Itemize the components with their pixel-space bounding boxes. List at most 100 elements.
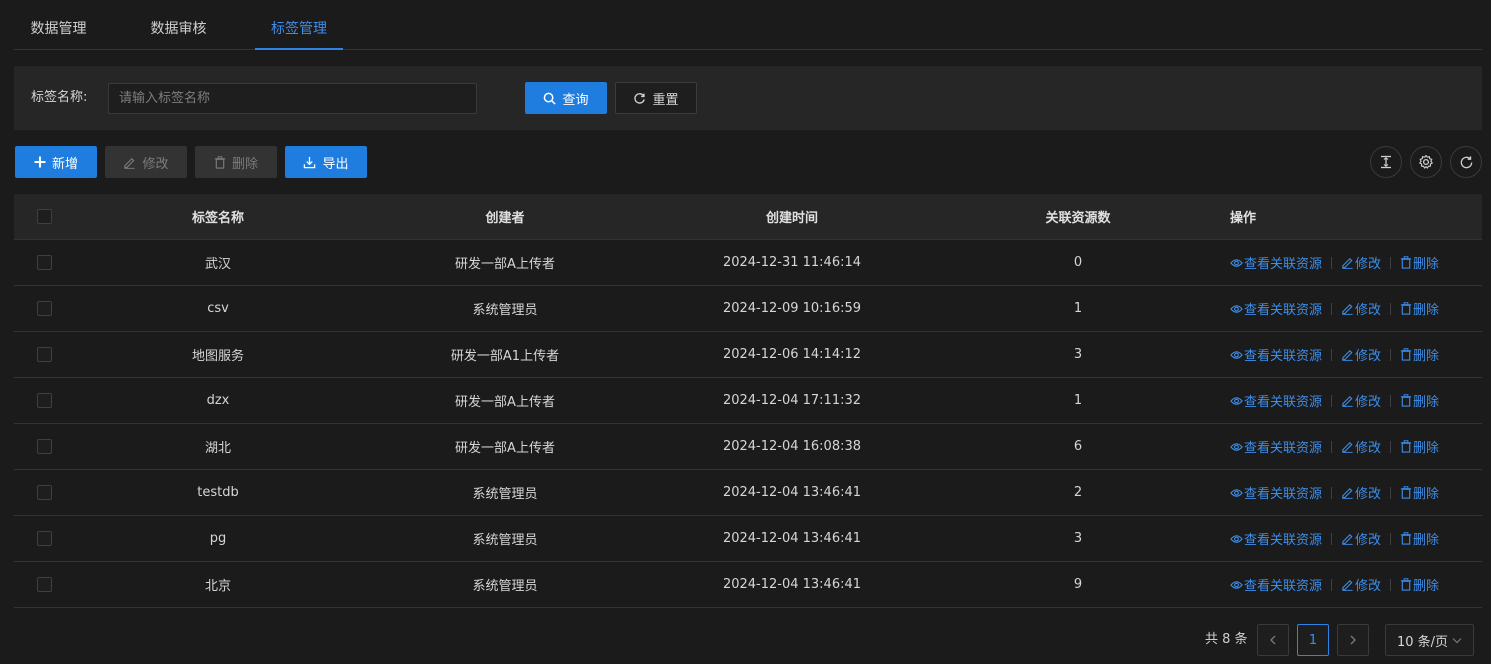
- edit-icon: [1342, 579, 1353, 591]
- view-resources-link[interactable]: 查看关联资源: [1230, 253, 1322, 272]
- delete-link[interactable]: 删除: [1400, 483, 1439, 502]
- query-button[interactable]: 查询: [525, 82, 607, 114]
- edit-button-label: 修改: [142, 156, 169, 172]
- trash-icon: [1400, 440, 1412, 453]
- cell-actions: 查看关联资源 修改 删除: [1230, 562, 1482, 607]
- delete-link-label: 删除: [1413, 441, 1440, 456]
- action-divider: [1331, 578, 1333, 591]
- view-resources-link[interactable]: 查看关联资源: [1230, 345, 1322, 364]
- table-row: dzx 研发一部A上传者 2024-12-04 17:11:32 1 查看关联资源 修改 删…: [14, 378, 1482, 424]
- action-divider: [1331, 348, 1333, 361]
- edit-link[interactable]: 修改: [1341, 575, 1381, 594]
- eye-icon: [1230, 488, 1243, 497]
- delete-link[interactable]: 删除: [1400, 529, 1439, 548]
- edit-link-label: 修改: [1355, 533, 1382, 548]
- tag-name-input[interactable]: [108, 83, 477, 114]
- row-select-cell: [36, 470, 53, 515]
- view-resources-link[interactable]: 查看关联资源: [1230, 299, 1322, 318]
- delete-link[interactable]: 删除: [1400, 575, 1439, 594]
- row-checkbox[interactable]: [37, 577, 52, 592]
- export-button[interactable]: 导出: [285, 146, 367, 178]
- view-resources-link[interactable]: 查看关联资源: [1230, 529, 1322, 548]
- row-checkbox[interactable]: [37, 439, 52, 454]
- row-checkbox[interactable]: [37, 485, 52, 500]
- edit-link[interactable]: 修改: [1341, 345, 1381, 364]
- delete-button[interactable]: 删除: [195, 146, 277, 178]
- row-select-cell: [36, 240, 53, 285]
- edit-icon: [1342, 349, 1353, 361]
- table-row: 北京 系统管理员 2024-12-04 13:46:41 9 查看关联资源 修改 删除: [14, 562, 1482, 608]
- action-divider: [1390, 348, 1392, 361]
- cell-resource-count: 1: [1073, 393, 1083, 408]
- cell-tag-name: 武汉: [204, 257, 231, 272]
- edit-link[interactable]: 修改: [1341, 299, 1381, 318]
- column-header-resource-count[interactable]: 关联资源数: [942, 194, 1214, 239]
- eye-icon: [1230, 534, 1243, 543]
- delete-link[interactable]: 删除: [1400, 253, 1439, 272]
- chevron-down-icon: [1452, 637, 1462, 643]
- row-checkbox[interactable]: [37, 347, 52, 362]
- page-size-select[interactable]: 10 条/页: [1385, 624, 1474, 656]
- edit-link[interactable]: 修改: [1341, 391, 1381, 410]
- edit-button[interactable]: 修改: [105, 146, 187, 178]
- tab-bar: 数据管理 数据审核 标签管理: [14, 0, 1482, 50]
- delete-link-label: 删除: [1413, 349, 1440, 364]
- add-button[interactable]: 新增: [15, 146, 97, 178]
- eye-icon: [1230, 396, 1243, 405]
- action-divider: [1390, 256, 1392, 269]
- row-checkbox[interactable]: [37, 255, 52, 270]
- column-height-icon: [1381, 155, 1391, 169]
- view-resources-link[interactable]: 查看关联资源: [1230, 575, 1322, 594]
- next-page-button[interactable]: [1337, 624, 1369, 656]
- row-checkbox[interactable]: [37, 301, 52, 316]
- edit-icon: [1342, 487, 1353, 499]
- delete-link-label: 删除: [1413, 395, 1440, 410]
- action-divider: [1390, 302, 1392, 315]
- view-resources-link[interactable]: 查看关联资源: [1230, 437, 1322, 456]
- action-divider: [1331, 394, 1333, 407]
- prev-page-button[interactable]: [1257, 624, 1289, 656]
- view-resources-link[interactable]: 查看关联资源: [1230, 391, 1322, 410]
- cell-resource-count: 6: [1073, 439, 1083, 454]
- reset-button[interactable]: 重置: [615, 82, 697, 114]
- add-button-label: 新增: [51, 156, 78, 172]
- edit-link-label: 修改: [1355, 349, 1382, 364]
- trash-icon: [1400, 532, 1412, 545]
- settings-button[interactable]: [1410, 146, 1442, 178]
- settings-icon: [1419, 154, 1433, 169]
- delete-link[interactable]: 删除: [1400, 299, 1439, 318]
- view-resources-label: 查看关联资源: [1244, 303, 1323, 318]
- table-body: 武汉 研发一部A上传者 2024-12-31 11:46:14 0 查看关联资源 修改 删除…: [14, 240, 1482, 608]
- cell-resource-count: 0: [1073, 255, 1083, 270]
- pagination-total: 共 8 条: [1205, 632, 1248, 647]
- view-resources-label: 查看关联资源: [1244, 349, 1323, 364]
- cell-created-time: 2024-12-04 13:46:41: [722, 531, 862, 546]
- cell-actions: 查看关联资源 修改 删除: [1230, 424, 1482, 469]
- delete-link[interactable]: 删除: [1400, 391, 1439, 410]
- action-divider: [1331, 532, 1333, 545]
- row-checkbox[interactable]: [37, 531, 52, 546]
- column-header-creator[interactable]: 创建者: [368, 194, 642, 239]
- tab-data-management[interactable]: 数据管理: [14, 0, 103, 50]
- cell-creator: 系统管理员: [472, 487, 538, 502]
- page-button-current[interactable]: 1: [1297, 624, 1329, 656]
- edit-link[interactable]: 修改: [1341, 483, 1381, 502]
- tab-tag-management[interactable]: 标签管理: [255, 0, 343, 50]
- edit-link[interactable]: 修改: [1341, 253, 1381, 272]
- delete-link[interactable]: 删除: [1400, 437, 1439, 456]
- delete-link[interactable]: 删除: [1400, 345, 1439, 364]
- refresh-button[interactable]: [1450, 146, 1482, 178]
- edit-link[interactable]: 修改: [1341, 529, 1381, 548]
- select-all-checkbox[interactable]: [37, 209, 52, 224]
- edit-link[interactable]: 修改: [1341, 437, 1381, 456]
- tab-data-review[interactable]: 数据审核: [134, 0, 223, 50]
- column-header-tag-name[interactable]: 标签名称: [68, 194, 368, 239]
- refresh-icon: [1460, 155, 1472, 168]
- edit-link-label: 修改: [1355, 579, 1382, 594]
- column-header-created-time[interactable]: 创建时间: [642, 194, 942, 239]
- column-height-button[interactable]: [1370, 146, 1402, 178]
- view-resources-link[interactable]: 查看关联资源: [1230, 483, 1322, 502]
- cell-resource-count: 3: [1073, 347, 1083, 362]
- row-checkbox[interactable]: [37, 393, 52, 408]
- page-number: 1: [1308, 632, 1318, 648]
